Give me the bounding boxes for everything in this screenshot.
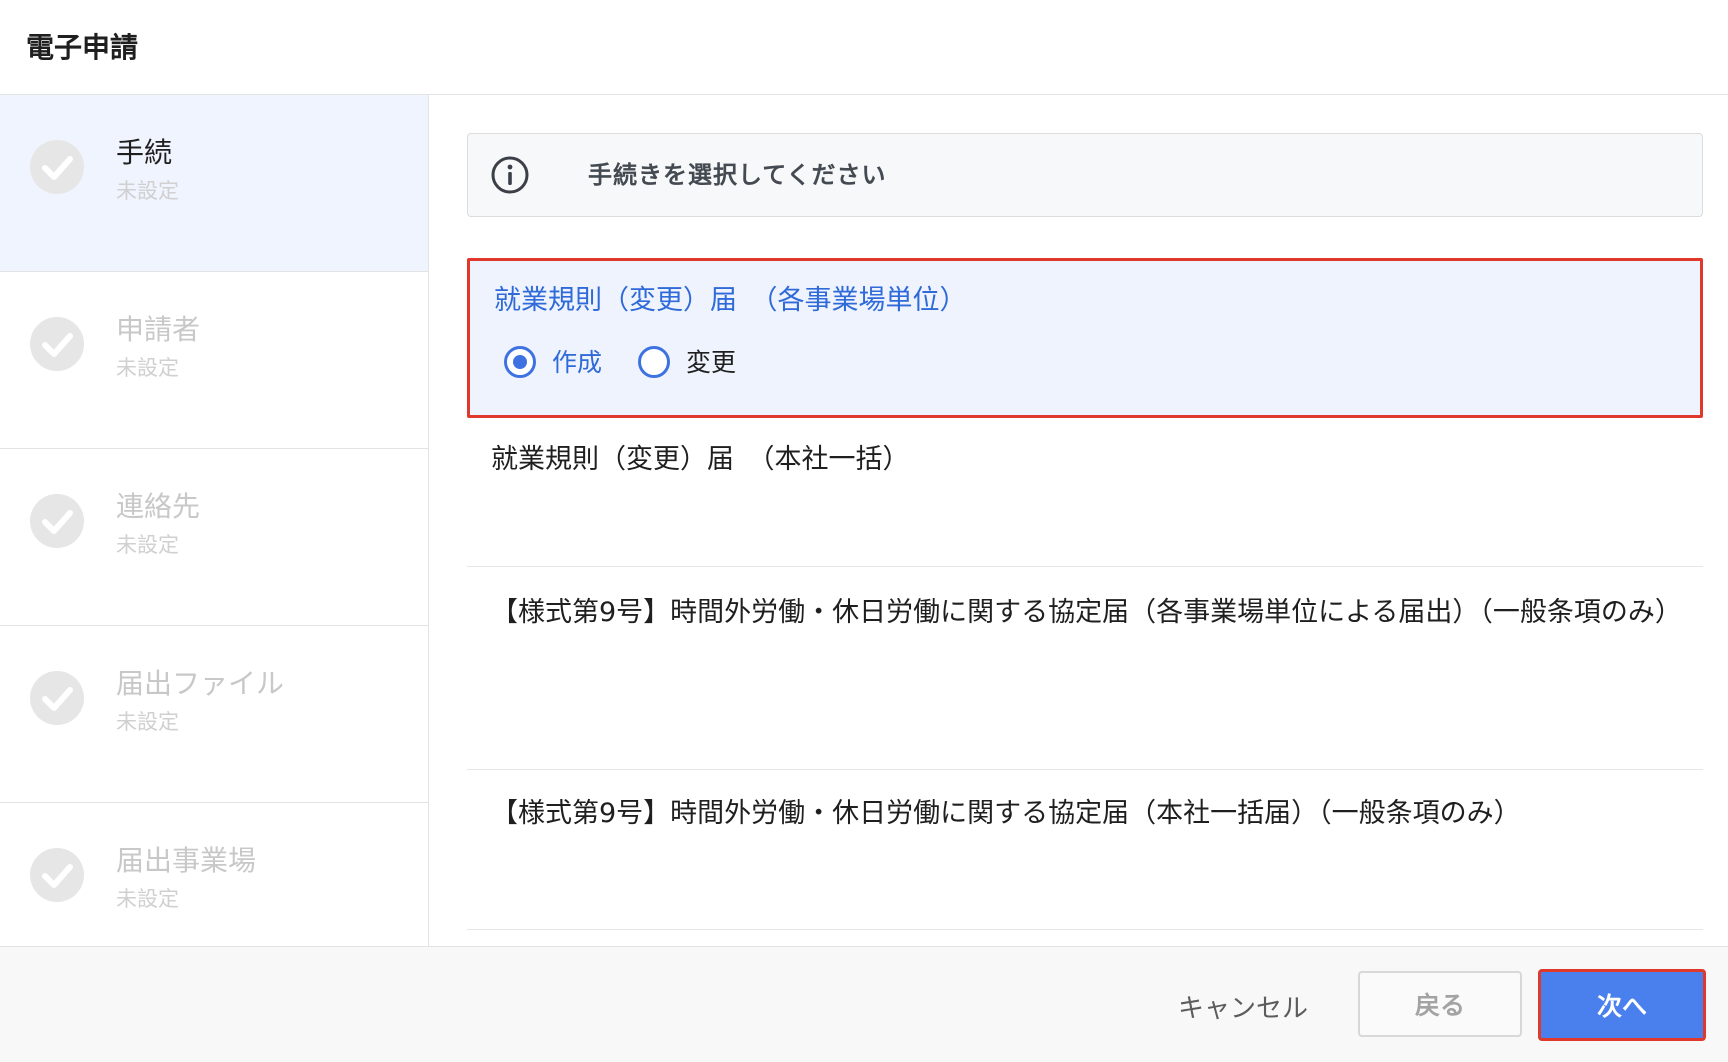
procedure-option-form9-each-site[interactable]: 【様式第9号】時間外労働・休日労働に関する協定届（各事業場単位による届出）（一般… bbox=[467, 567, 1703, 770]
procedure-title: 【様式第9号】時間外労働・休日労働に関する協定届（各事業場単位による届出）（一般… bbox=[491, 597, 1682, 628]
check-circle-icon bbox=[30, 317, 84, 371]
next-button[interactable]: 次へ bbox=[1538, 969, 1706, 1041]
step-status: 未設定 bbox=[116, 179, 179, 203]
check-circle-icon bbox=[30, 494, 84, 548]
step-name: 申請者 bbox=[116, 313, 201, 346]
radio-create[interactable]: 作成 bbox=[504, 343, 624, 383]
check-circle-icon bbox=[30, 848, 84, 902]
dialog-title: 電子申請 bbox=[26, 31, 139, 64]
check-circle-icon bbox=[30, 140, 84, 194]
check-circle-icon bbox=[30, 671, 84, 725]
procedure-content: 手続きを選択してください 就業規則（変更）届 （各事業場単位） 作成 変更 就業… bbox=[429, 95, 1728, 946]
procedure-title: 【様式第9号】時間外労働・休日労働に関する協定届（本社一括届）（一般条項のみ） bbox=[491, 798, 1521, 829]
info-text: 手続きを選択してください bbox=[588, 161, 887, 189]
step-filing-file[interactable]: 届出ファイル 未設定 bbox=[0, 626, 428, 803]
radio-label: 作成 bbox=[552, 348, 603, 377]
info-message: 手続きを選択してください bbox=[467, 133, 1703, 217]
step-status: 未設定 bbox=[116, 710, 179, 734]
procedure-option-form9-head-office[interactable]: 【様式第9号】時間外労働・休日労働に関する協定届（本社一括届）（一般条項のみ） bbox=[467, 770, 1703, 930]
procedure-option-work-rules-head-office[interactable]: 就業規則（変更）届 （本社一括） bbox=[467, 418, 1703, 567]
step-name: 届出事業場 bbox=[116, 844, 257, 877]
procedure-option-work-rules-each-site[interactable]: 就業規則（変更）届 （各事業場単位） 作成 変更 bbox=[467, 258, 1703, 418]
step-procedure[interactable]: 手続 未設定 bbox=[0, 95, 428, 272]
dialog-footer: キャンセル 戻る 次へ bbox=[0, 946, 1728, 1062]
step-name: 連絡先 bbox=[116, 490, 201, 523]
step-contact[interactable]: 連絡先 未設定 bbox=[0, 449, 428, 626]
info-icon bbox=[491, 156, 529, 194]
step-name: 届出ファイル bbox=[116, 667, 285, 700]
step-applicant[interactable]: 申請者 未設定 bbox=[0, 272, 428, 449]
procedure-title: 就業規則（変更）届 （各事業場単位） bbox=[494, 285, 967, 316]
step-status: 未設定 bbox=[116, 356, 179, 380]
step-list: 手続 未設定 申請者 未設定 連絡先 未設定 届出ファイル 未設定 届出事業場 … bbox=[0, 95, 429, 946]
electronic-application-dialog: 電子申請 手続 未設定 申請者 未設定 連絡先 未設定 届出ファイル 未設定 届… bbox=[0, 0, 1728, 1062]
step-status: 未設定 bbox=[116, 533, 179, 557]
radio-selected-icon bbox=[504, 346, 536, 378]
cancel-button[interactable]: キャンセル bbox=[1168, 987, 1318, 1031]
back-button[interactable]: 戻る bbox=[1358, 971, 1522, 1037]
radio-change[interactable]: 変更 bbox=[638, 343, 758, 383]
radio-unselected-icon bbox=[638, 346, 670, 378]
radio-label: 変更 bbox=[686, 348, 737, 377]
dialog-header: 電子申請 bbox=[0, 0, 1728, 95]
procedure-title: 就業規則（変更）届 （本社一括） bbox=[491, 444, 910, 475]
step-filing-workplace[interactable]: 届出事業場 未設定 bbox=[0, 803, 428, 946]
step-status: 未設定 bbox=[116, 887, 179, 911]
step-name: 手続 bbox=[116, 136, 173, 169]
